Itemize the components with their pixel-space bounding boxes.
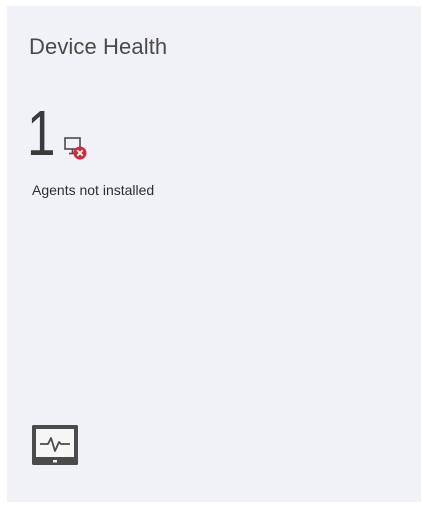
device-error-icon xyxy=(63,134,89,162)
device-health-tile[interactable]: Device Health 1 Agents not installed xyxy=(7,6,421,502)
health-monitor-icon xyxy=(31,424,81,472)
metric-agents-not-installed: 1 xyxy=(27,97,89,169)
metric-value: 1 xyxy=(27,97,56,169)
tile-title: Device Health xyxy=(29,34,168,59)
metric-label: Agents not installed xyxy=(32,182,155,198)
